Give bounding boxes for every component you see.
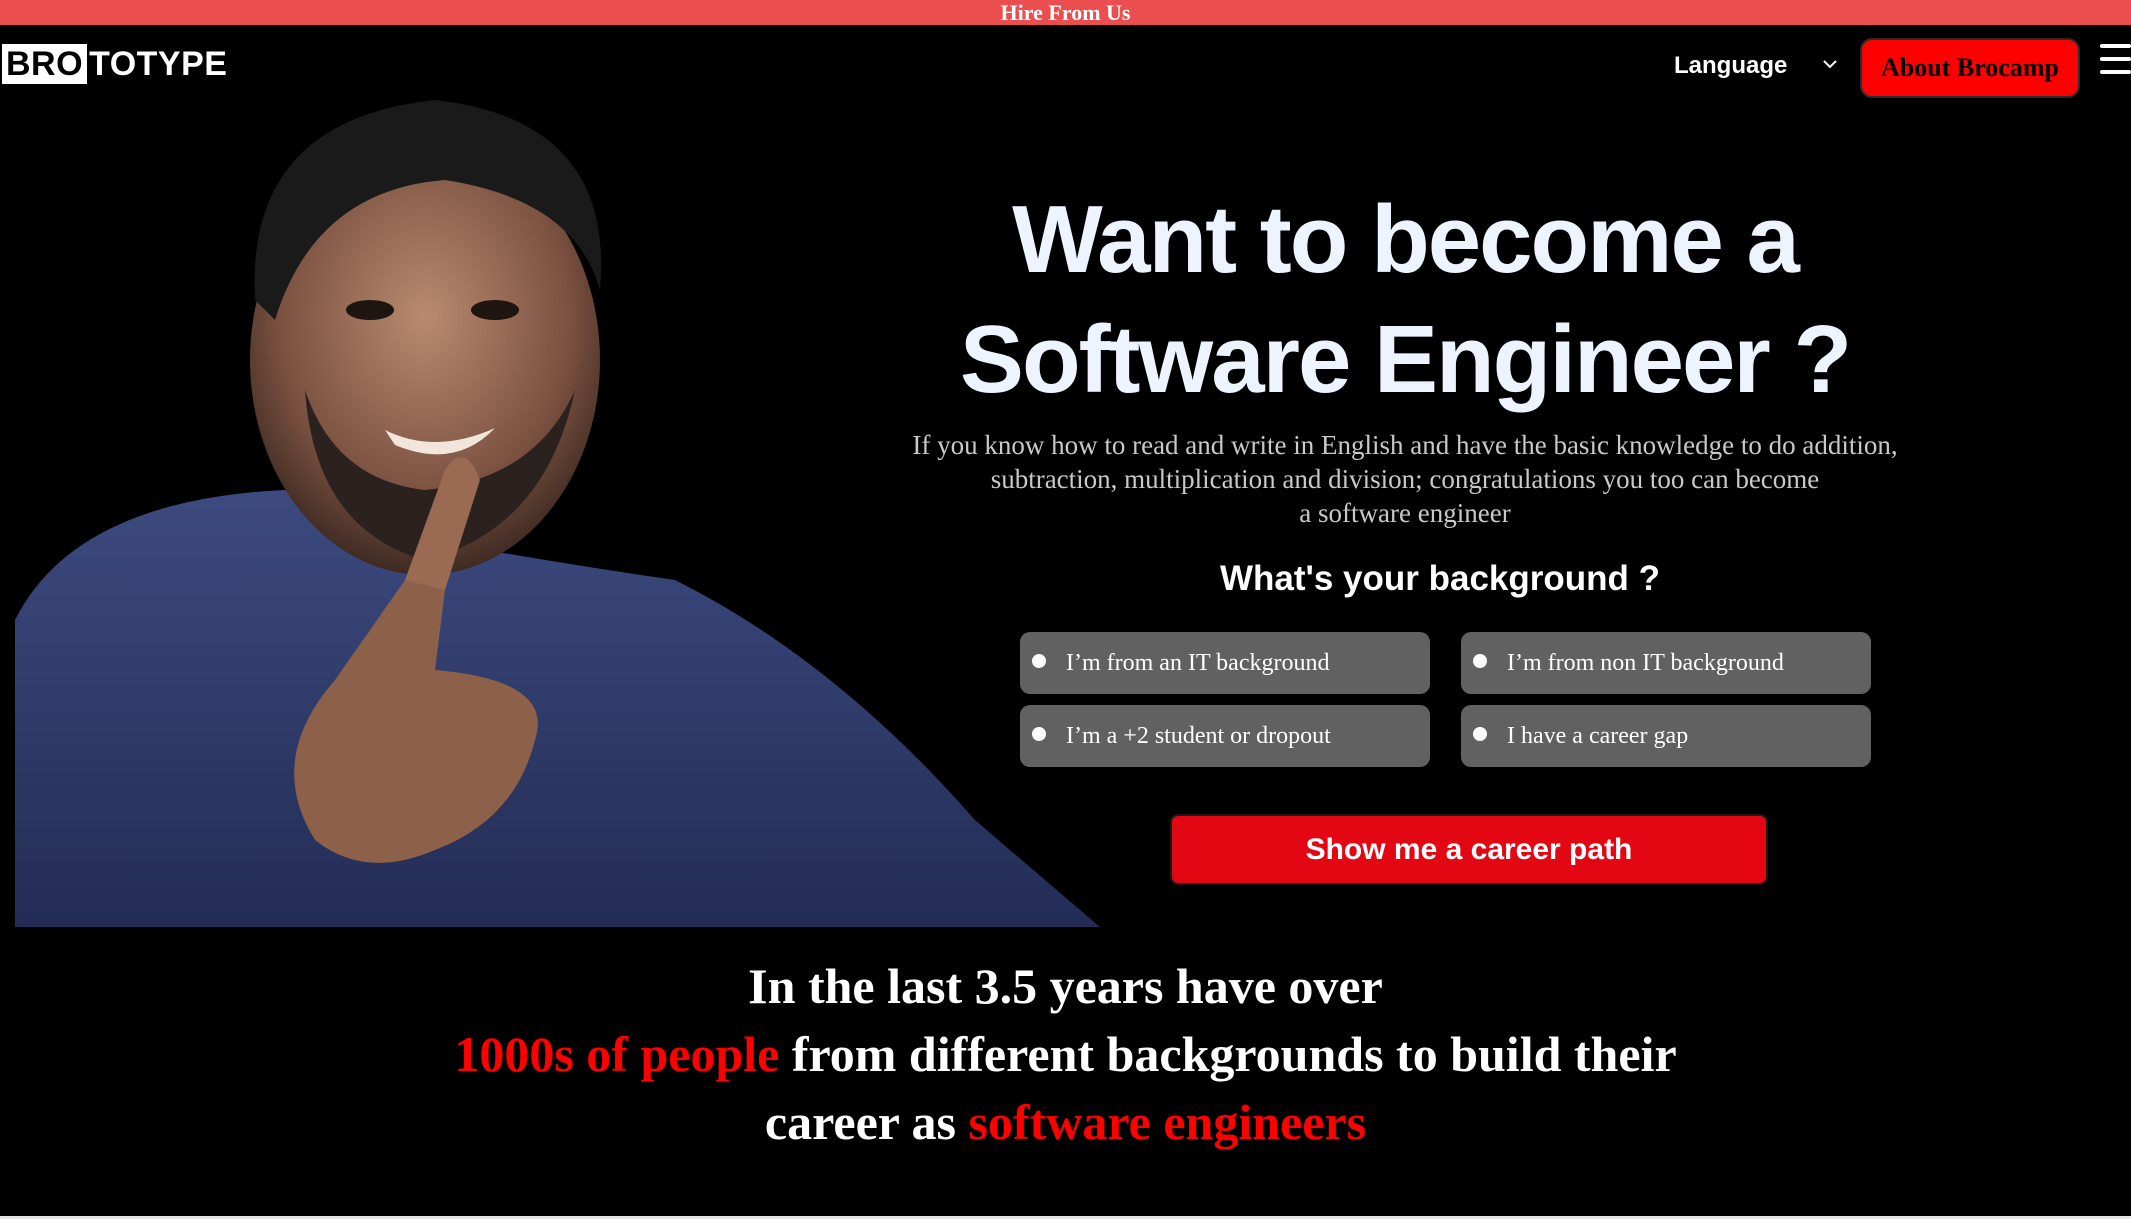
headline-line-2: Software Engineer ?	[959, 306, 1852, 413]
subtext-line-3: a software engineer	[1299, 498, 1511, 528]
subtext-line-2: subtraction, multiplication and division…	[990, 464, 1820, 494]
radio-icon[interactable]	[1032, 727, 1046, 741]
about-brocamp-button[interactable]: About Brocamp	[1860, 38, 2080, 98]
option-label: I’m a +2 student or dropout	[1066, 722, 1331, 749]
option-it-background[interactable]: I’m from an IT background	[1020, 632, 1430, 694]
option-non-it-background[interactable]: I’m from non IT background	[1461, 632, 1871, 694]
chevron-down-icon[interactable]	[1822, 58, 1838, 70]
radio-icon[interactable]	[1473, 727, 1487, 741]
option-career-gap[interactable]: I have a career gap	[1461, 705, 1871, 767]
stats-line-2: 1000s of people from different backgroun…	[0, 1020, 2131, 1088]
hire-from-us-link[interactable]: Hire From Us	[0, 0, 2131, 25]
stats-line-3: career as software engineers	[0, 1088, 2131, 1156]
page-title: Want to become a Software Engineer ?	[880, 180, 1930, 420]
headline-line-1: Want to become a	[1012, 186, 1800, 293]
hero-subtext: If you know how to read and write in Eng…	[845, 428, 1965, 530]
radio-icon[interactable]	[1032, 654, 1046, 668]
stats-statement: In the last 3.5 years have over 1000s of…	[0, 952, 2131, 1156]
background-question: What's your background ?	[1219, 559, 1660, 598]
stats-highlight-engineers: software engineers	[968, 1094, 1367, 1150]
option-label: I’m from non IT background	[1507, 649, 1784, 676]
option-label: I have a career gap	[1507, 722, 1689, 749]
stats-line-1: In the last 3.5 years have over	[748, 958, 1383, 1014]
option-label: I’m from an IT background	[1066, 649, 1330, 676]
stats-highlight-people: 1000s of people	[454, 1026, 780, 1082]
option-plus-two-student[interactable]: I’m a +2 student or dropout	[1020, 705, 1430, 767]
hamburger-menu-icon[interactable]	[2100, 44, 2131, 78]
language-selector[interactable]: Language	[1674, 52, 1787, 80]
subtext-line-1: If you know how to read and write in Eng…	[912, 430, 1898, 460]
radio-icon[interactable]	[1473, 654, 1487, 668]
stats-line-2-text: from different backgrounds to build thei…	[779, 1026, 1677, 1082]
stats-line-3-text: career as	[764, 1094, 969, 1150]
show-career-path-button[interactable]: Show me a career path	[1170, 814, 1768, 885]
